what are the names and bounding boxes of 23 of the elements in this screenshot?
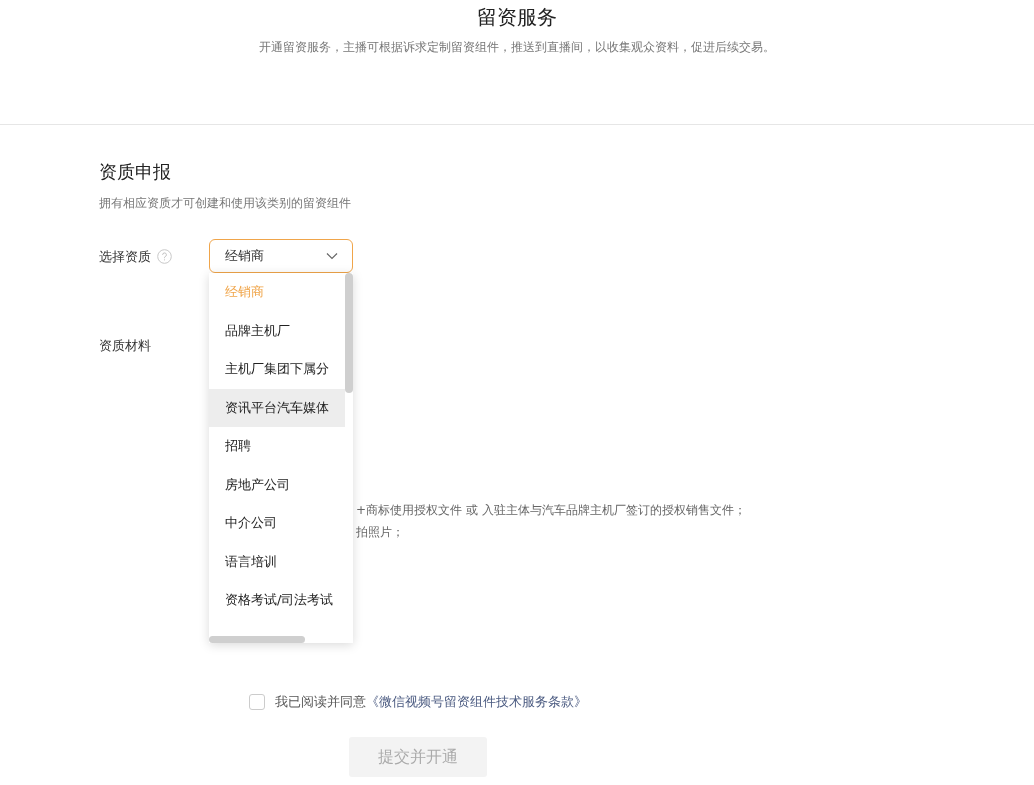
dropdown-option[interactable]: 招聘 [209,427,345,466]
page-title: 留资服务 [476,4,558,31]
dropdown-option[interactable]: 中介公司 [209,504,345,543]
material-note: 拍照片； [356,524,405,541]
scrollbar[interactable] [209,636,305,643]
scrollbar[interactable] [345,273,353,393]
section-description: 拥有相应资质才可创建和使用该类别的留资组件 [99,195,352,212]
field-label: 选择资质 [99,248,151,266]
section-title: 资质申报 [99,160,172,184]
dropdown-option[interactable]: 资讯平台汽车媒体 [209,388,345,427]
dropdown-option[interactable]: 语言培训 [209,542,345,581]
page-description: 开通留资服务，主播可根据诉求定制留资组件，推送到直播间，以收集观众资料，促进后续交易。 [258,39,776,56]
field-label: 资质材料 [99,337,151,355]
agreement-checkbox[interactable] [249,694,265,710]
help-icon[interactable] [157,249,172,264]
dropdown-option[interactable]: 房地产公司 [209,465,345,504]
terms-link[interactable]: 《微信视频号留资组件技术服务条款》 [366,693,587,711]
agreement-text: 我已阅读并同意 [275,693,366,711]
material-note: +商标使用授权文件 或 入驻主体与汽车品牌主机厂签订的授权销售文件； [356,502,746,519]
dropdown-option[interactable]: 主机厂集团下属分 [209,350,345,389]
caret-icon [326,252,338,260]
dropdown-option[interactable]: 资格考试/司法考试 [209,581,345,620]
dropdown-option[interactable]: 品牌主机厂 [209,311,345,350]
